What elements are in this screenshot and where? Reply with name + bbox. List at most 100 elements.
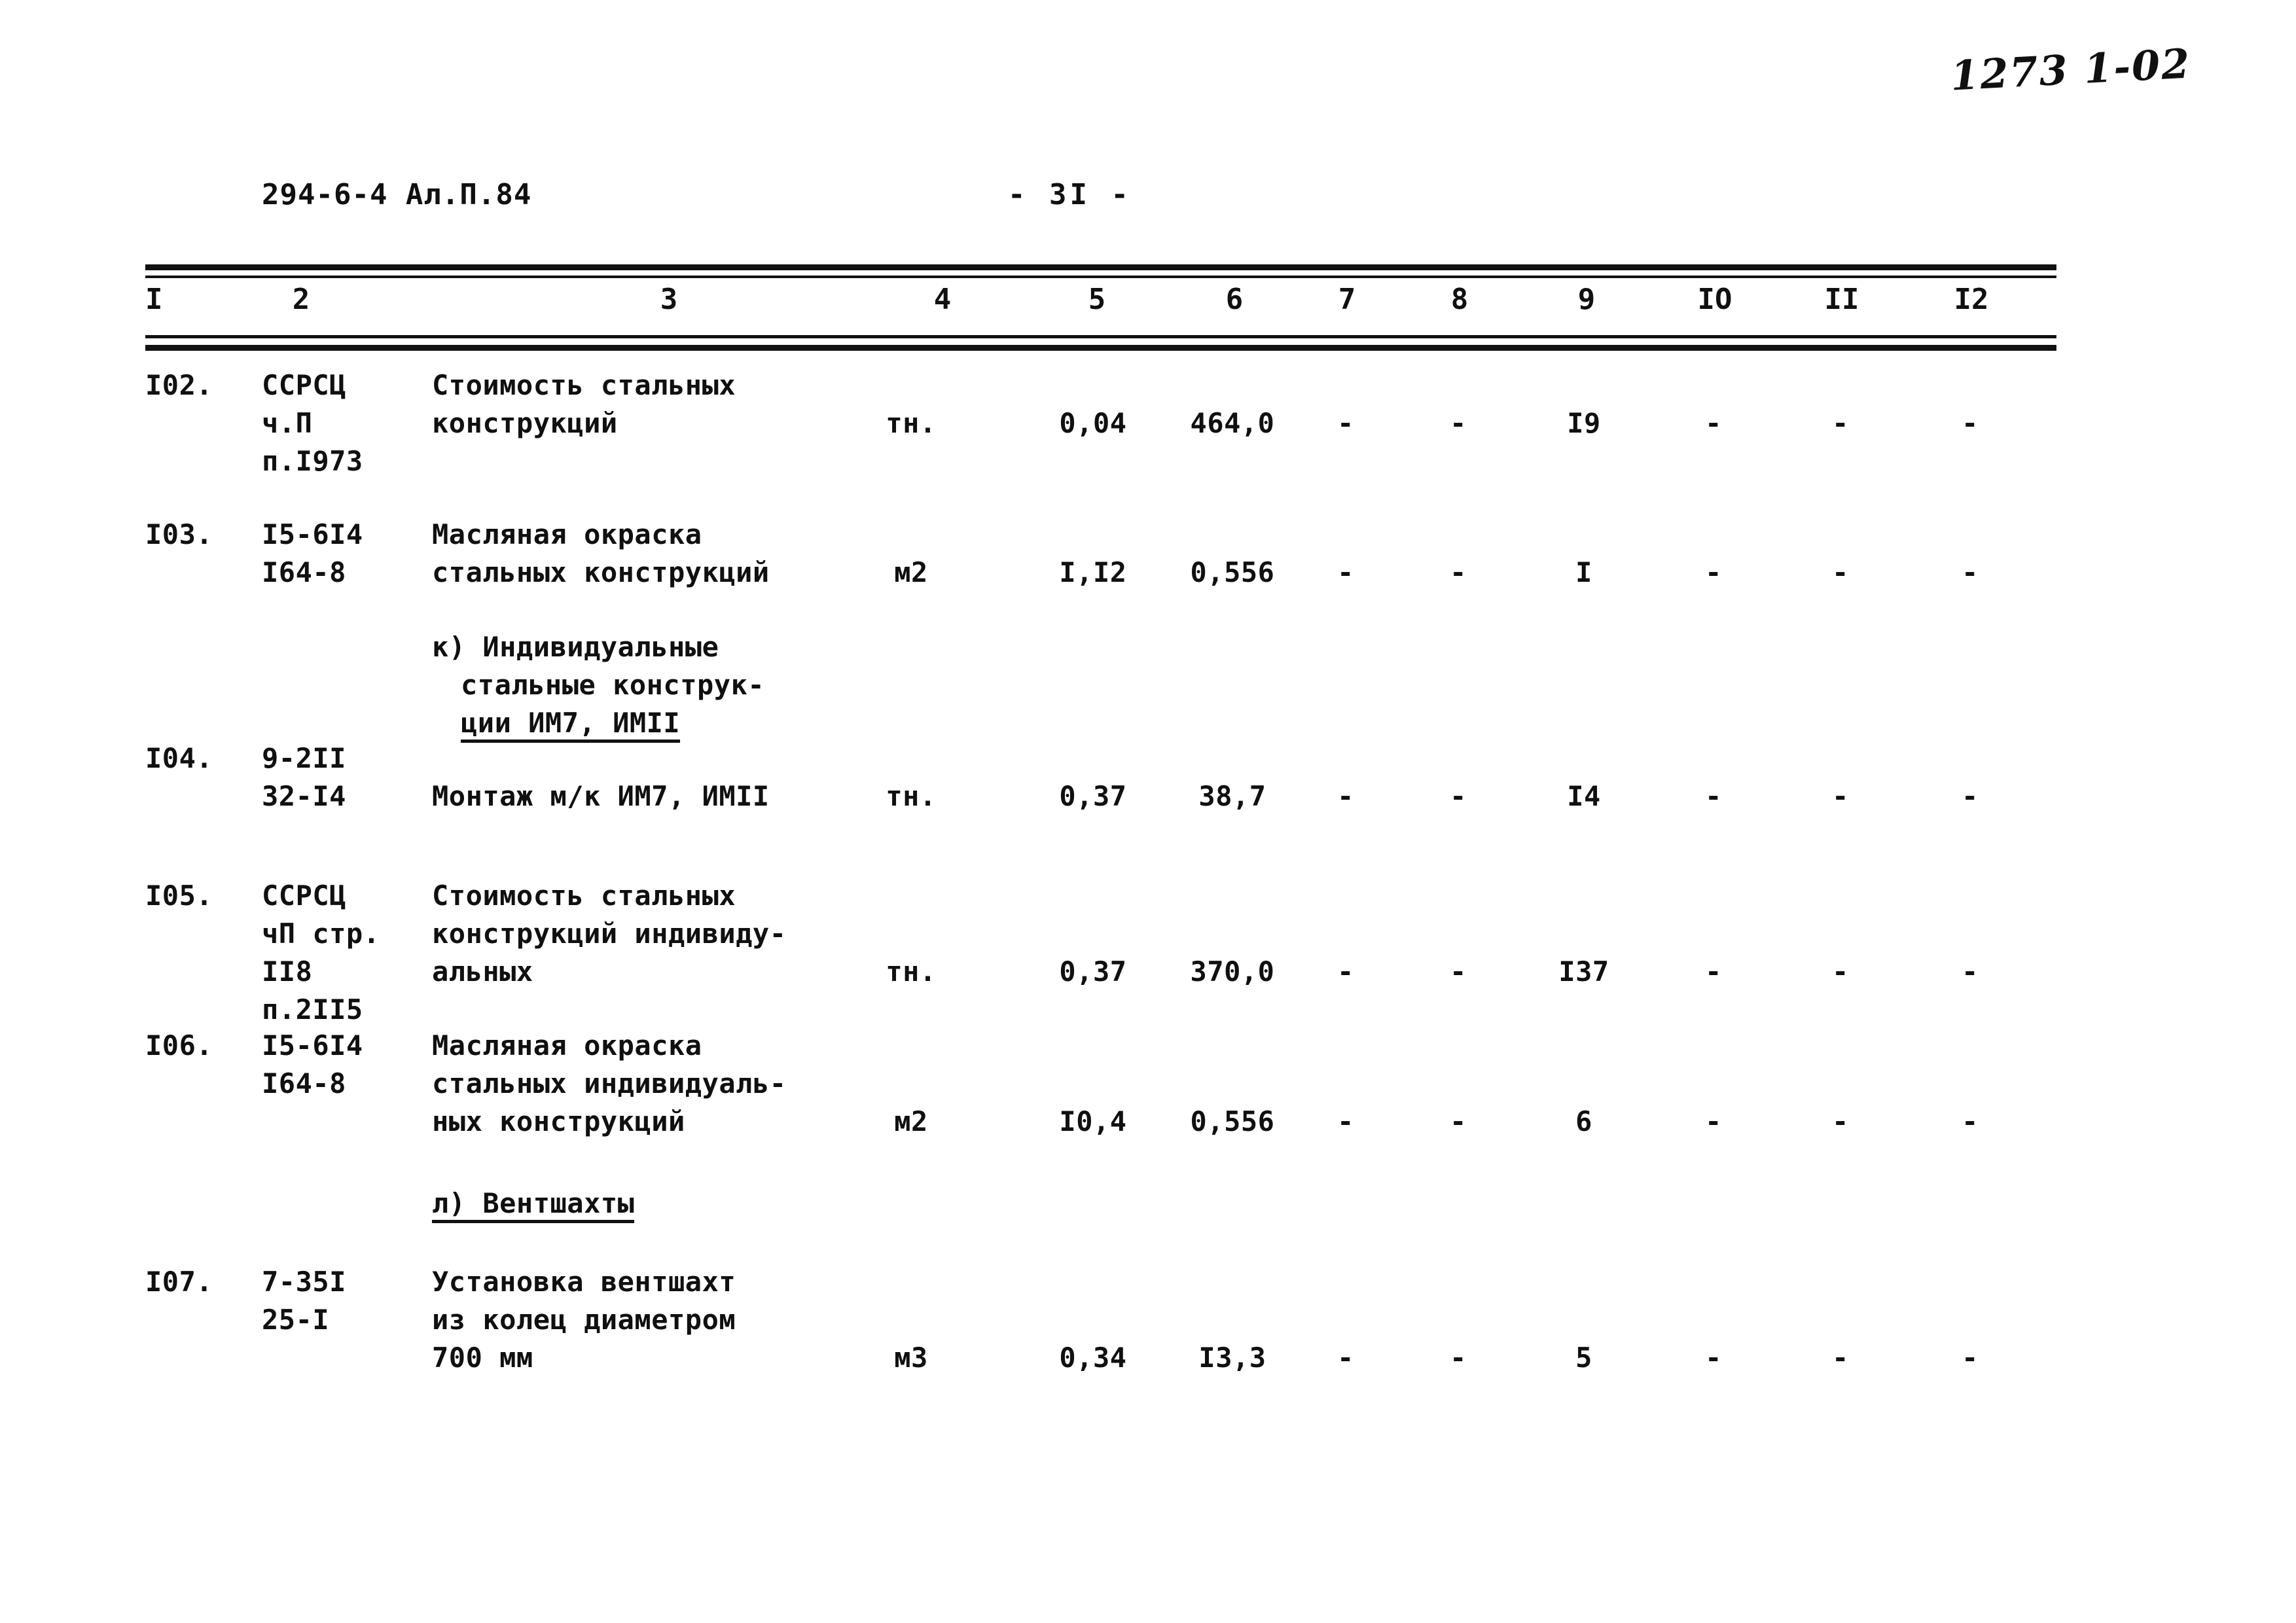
row-value-12: - xyxy=(1962,556,1979,588)
row-code: I5-6I4 I64-8 xyxy=(262,1029,363,1099)
row-code: ССРСЦ ч.П п.I973 xyxy=(262,369,363,477)
row-value-12: - xyxy=(1962,1342,1979,1374)
row-number: I06. xyxy=(145,1029,213,1061)
subheading-block-k: к) Индивидуальные стальные конструк- ции… xyxy=(0,615,2296,743)
row-value-10: - xyxy=(1705,407,1722,439)
row-value-10: - xyxy=(1705,780,1722,812)
table-header-rule-secondary xyxy=(145,345,2056,351)
row-value-9: I9 xyxy=(1567,407,1601,439)
row-value-7: - xyxy=(1337,1105,1354,1137)
row-value-6: I3,3 xyxy=(1198,1342,1266,1374)
row-value-10: - xyxy=(1705,955,1722,988)
table-row: I05. ССРСЦ чП стр. II8 п.2II5 Стоимость … xyxy=(0,857,2296,1026)
row-number: I04. xyxy=(145,742,213,774)
row-value-6: 0,556 xyxy=(1190,556,1275,588)
subheading-block-l: л) Вентшахты xyxy=(0,1178,2296,1250)
row-unit: тн. xyxy=(886,407,937,439)
row-description: Монтаж м/к ИМ7, ИМII xyxy=(432,780,770,812)
row-value-8: - xyxy=(1450,1342,1467,1374)
row-value-8: - xyxy=(1450,780,1467,812)
row-value-8: - xyxy=(1450,1105,1467,1137)
row-value-9: I4 xyxy=(1567,780,1601,812)
row-description: Стоимость стальных конструкций индивиду-… xyxy=(432,880,787,988)
row-value-11: - xyxy=(1832,955,1849,988)
row-value-6: 370,0 xyxy=(1190,955,1275,988)
column-number-5: 5 xyxy=(1088,283,1106,316)
row-value-10: - xyxy=(1705,1105,1722,1137)
subheading-k-line-2: стальные конструк- xyxy=(461,669,765,701)
row-value-11: - xyxy=(1832,556,1849,588)
row-value-8: - xyxy=(1450,955,1467,988)
document-page: 1273 1-02 294-6-4 Ал.П.84 - 3I - I 2 3 4… xyxy=(0,0,2296,1623)
table-top-rule xyxy=(145,264,2056,270)
row-value-12: - xyxy=(1962,407,1979,439)
row-unit: м2 xyxy=(894,1105,928,1137)
row-value-11: - xyxy=(1832,1105,1849,1137)
table-body: I02. ССРСЦ ч.П п.I973 Стоимость стальных… xyxy=(0,366,2296,1407)
column-number-3: 3 xyxy=(660,283,678,316)
document-code-header: 294-6-4 Ал.П.84 xyxy=(262,178,532,211)
column-number-8: 8 xyxy=(1450,283,1469,316)
table-row: I04. 9-2II 32-I4 Монтаж м/к ИМ7, ИМII тн… xyxy=(0,733,2296,857)
column-number-4: 4 xyxy=(933,283,952,316)
row-value-12: - xyxy=(1962,1105,1979,1137)
row-value-9: I xyxy=(1575,556,1592,588)
page-number: - 3I - xyxy=(1008,178,1132,211)
row-value-5: 0,34 xyxy=(1059,1342,1127,1374)
row-description: Стоимость стальных конструкций xyxy=(432,369,736,439)
column-number-7: 7 xyxy=(1338,283,1356,316)
subheading-k-line-1: к) Индивидуальные xyxy=(432,631,719,663)
row-code: 9-2II 32-I4 xyxy=(262,742,346,812)
row-number: I02. xyxy=(145,369,213,401)
table-top-rule-secondary xyxy=(145,276,2056,278)
row-value-9: 5 xyxy=(1575,1342,1592,1374)
table-header-rule xyxy=(145,335,2056,338)
row-value-9: I37 xyxy=(1558,955,1609,988)
table-column-number-row: I 2 3 4 5 6 7 8 9 IO II I2 xyxy=(0,283,2296,329)
row-value-7: - xyxy=(1337,407,1354,439)
column-number-10: IO xyxy=(1697,283,1732,316)
column-number-2: 2 xyxy=(292,283,310,316)
row-value-6: 464,0 xyxy=(1190,407,1275,439)
row-value-9: 6 xyxy=(1575,1105,1592,1137)
row-value-10: - xyxy=(1705,1342,1722,1374)
table-row: I02. ССРСЦ ч.П п.I973 Стоимость стальных… xyxy=(0,366,2296,484)
row-value-7: - xyxy=(1337,780,1354,812)
row-unit: тн. xyxy=(886,780,937,812)
row-value-12: - xyxy=(1962,955,1979,988)
column-number-1: I xyxy=(145,283,163,316)
table-row: I07. 7-35I 25-I Установка вентшахт из ко… xyxy=(0,1250,2296,1407)
row-description: Масляная окраска стальных конструкций xyxy=(432,518,770,588)
subheading-l-underline: л) Вентшахты xyxy=(432,1187,635,1223)
column-number-11: II xyxy=(1824,283,1859,316)
column-number-9: 9 xyxy=(1577,283,1596,316)
subheading-l-line-1: л) Вентшахты xyxy=(432,1185,635,1223)
row-code: ССРСЦ чП стр. II8 п.2II5 xyxy=(262,880,380,1026)
row-value-5: I,I2 xyxy=(1059,556,1127,588)
column-number-12: I2 xyxy=(1954,283,1989,316)
row-unit: тн. xyxy=(886,955,937,988)
row-value-11: - xyxy=(1832,780,1849,812)
row-value-7: - xyxy=(1337,556,1354,588)
row-value-7: - xyxy=(1337,955,1354,988)
row-number: I05. xyxy=(145,880,213,912)
row-description: Установка вентшахт из колец диаметром 70… xyxy=(432,1266,736,1374)
row-value-6: 0,556 xyxy=(1190,1105,1275,1137)
row-code: I5-6I4 I64-8 xyxy=(262,518,363,588)
handwritten-archive-mark: 1273 1-02 xyxy=(1949,39,2192,100)
column-number-6: 6 xyxy=(1225,283,1244,316)
table-row: I06. I5-6I4 I64-8 Масляная окраска сталь… xyxy=(0,1018,2296,1178)
row-code: 7-35I 25-I xyxy=(262,1266,346,1336)
row-value-5: 0,37 xyxy=(1059,955,1127,988)
row-value-10: - xyxy=(1705,556,1722,588)
row-unit: м3 xyxy=(894,1342,928,1374)
row-value-5: I0,4 xyxy=(1059,1105,1127,1137)
row-value-12: - xyxy=(1962,780,1979,812)
row-description: Масляная окраска стальных индивидуаль- н… xyxy=(432,1029,787,1137)
row-value-8: - xyxy=(1450,407,1467,439)
row-value-8: - xyxy=(1450,556,1467,588)
row-value-11: - xyxy=(1832,407,1849,439)
table-row: I03. I5-6I4 I64-8 Масляная окраска сталь… xyxy=(0,484,2296,615)
row-value-6: 38,7 xyxy=(1198,780,1266,812)
row-value-11: - xyxy=(1832,1342,1849,1374)
